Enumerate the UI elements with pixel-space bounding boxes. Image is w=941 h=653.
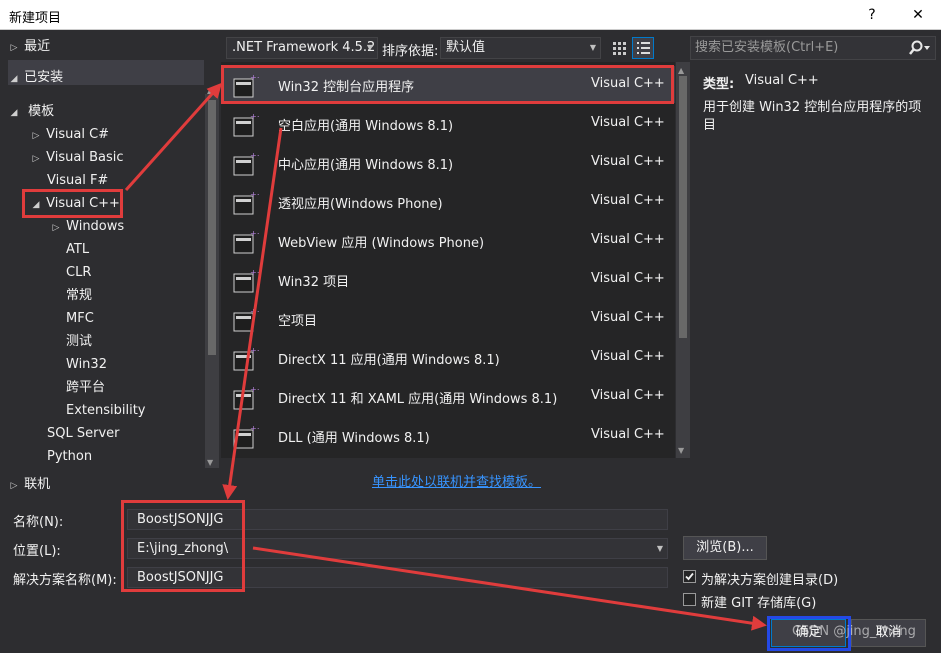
arrow-to-template [124,82,223,192]
annotation-arrows [124,82,767,631]
arrow-to-form [222,127,283,500]
arrow-to-ok [252,546,767,631]
